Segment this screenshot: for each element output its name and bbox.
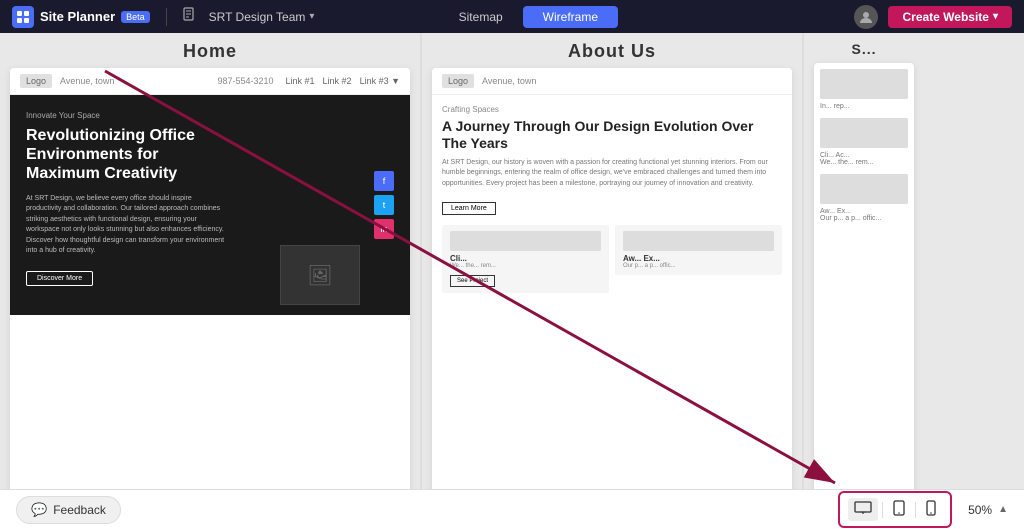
about-panel: About Us Logo Avenue, town Crafting Spac… bbox=[422, 33, 802, 529]
card-header-left: Logo Avenue, town bbox=[20, 74, 114, 88]
bottom-right-controls: 50% ▲ bbox=[838, 491, 1008, 528]
mini-body-1: We... the... rem... bbox=[450, 263, 601, 269]
hero-body: At SRT Design, we believe every office s… bbox=[26, 194, 226, 257]
create-website-label: Create Website bbox=[902, 10, 988, 24]
zoom-value: 50% bbox=[968, 503, 992, 517]
about-content: Crafting Spaces A Journey Through Our De… bbox=[432, 95, 792, 303]
team-chevron-icon: ▾ bbox=[309, 11, 314, 22]
zoom-chevron-icon[interactable]: ▲ bbox=[998, 504, 1008, 515]
third-card-text-2: Cli... Ac... bbox=[820, 152, 908, 159]
third-card-subtext-3: Our p... a p... offic... bbox=[820, 215, 908, 222]
pages-icon bbox=[183, 7, 197, 26]
third-card-text-1: In... rep... bbox=[820, 103, 908, 110]
main-area: Home Logo Avenue, town 987-554-3210 Link… bbox=[0, 33, 1024, 529]
third-card-subtext-2: We... the... rem... bbox=[820, 159, 908, 166]
third-card-img-3 bbox=[820, 174, 908, 204]
hero-section: Innovate Your Space Revolutionizing Offi… bbox=[10, 95, 410, 315]
header-right: Create Website ▾ bbox=[854, 5, 1012, 29]
beta-badge: Beta bbox=[121, 11, 150, 23]
home-panel: Home Logo Avenue, town 987-554-3210 Link… bbox=[0, 33, 420, 529]
about-mini-sections: Cli... We... the... rem... See Project A… bbox=[442, 223, 782, 293]
avatar bbox=[854, 5, 878, 29]
hero-tag: Innovate Your Space bbox=[26, 111, 394, 120]
third-card: In... rep... Cli... Ac... We... the... r… bbox=[814, 63, 914, 493]
about-section-title: A Journey Through Our Design Evolution O… bbox=[442, 118, 782, 152]
third-title: S... bbox=[814, 33, 914, 63]
hero-social-icons: f t in bbox=[374, 171, 394, 239]
viewport-divider-2 bbox=[915, 502, 916, 518]
mini-card-image-1 bbox=[450, 231, 601, 251]
feedback-label: Feedback bbox=[53, 503, 106, 517]
nav-link-3: Link #3 ▼ bbox=[360, 76, 400, 86]
nav-wireframe[interactable]: Wireframe bbox=[523, 6, 618, 28]
team-name: SRT Design Team bbox=[209, 10, 306, 24]
tablet-viewport-button[interactable] bbox=[887, 497, 911, 522]
hero-cta-button[interactable]: Discover More bbox=[26, 271, 93, 286]
about-section-tag: Crafting Spaces bbox=[442, 105, 782, 114]
mobile-viewport-button[interactable] bbox=[920, 497, 942, 522]
viewport-divider-1 bbox=[882, 502, 883, 518]
third-card-img-2 bbox=[820, 118, 908, 148]
app-header: Site Planner Beta SRT Design Team ▾ Site… bbox=[0, 0, 1024, 33]
mini-section-awards: Aw... Ex... Our p... a p... offic... bbox=[615, 225, 782, 275]
twitter-icon[interactable]: t bbox=[374, 195, 394, 215]
hero-image-placeholder: 🖼 bbox=[280, 245, 360, 305]
app-name: Site Planner bbox=[40, 9, 115, 24]
nav-sitemap[interactable]: Sitemap bbox=[439, 6, 523, 28]
mini-section-clients: Cli... We... the... rem... See Project bbox=[442, 225, 609, 293]
about-address: Avenue, town bbox=[482, 76, 536, 86]
viewport-controls bbox=[838, 491, 952, 528]
image-icon: 🖼 bbox=[307, 263, 332, 288]
learn-more-button[interactable]: Learn More bbox=[442, 202, 496, 215]
card-header-home: Logo Avenue, town 987-554-3210 Link #1 L… bbox=[10, 68, 410, 95]
hero-title: Revolutionizing Office Environments for … bbox=[26, 126, 226, 184]
nav-link-2: Link #2 bbox=[323, 76, 352, 86]
about-section-body: At SRT Design, our history is woven with… bbox=[442, 158, 782, 190]
app-logo-icon bbox=[12, 6, 34, 28]
about-mini-right: Aw... Ex... Our p... a p... offic... bbox=[615, 223, 782, 293]
home-website-card: Logo Avenue, town 987-554-3210 Link #1 L… bbox=[10, 68, 410, 498]
card-nav-links: Link #1 Link #2 Link #3 ▼ bbox=[286, 76, 401, 86]
mini-title-2: Aw... Ex... bbox=[623, 254, 774, 263]
home-title: Home bbox=[10, 33, 410, 68]
facebook-icon[interactable]: f bbox=[374, 171, 394, 191]
create-website-chevron-icon: ▾ bbox=[993, 11, 998, 22]
bottom-bar: 💬 Feedback 50% ▲ bbox=[0, 489, 1024, 529]
about-mini-left: Cli... We... the... rem... See Project bbox=[442, 223, 609, 293]
feedback-button[interactable]: 💬 Feedback bbox=[16, 496, 121, 524]
card-address: Avenue, town bbox=[60, 76, 114, 86]
see-project-button[interactable]: See Project bbox=[450, 275, 495, 287]
about-website-card: Logo Avenue, town Crafting Spaces A Jour… bbox=[432, 68, 792, 498]
logo-area: Site Planner Beta bbox=[12, 6, 150, 28]
about-card-header: Logo Avenue, town bbox=[432, 68, 792, 95]
third-card-img-1 bbox=[820, 69, 908, 99]
header-divider-1 bbox=[166, 8, 167, 26]
third-card-text-3: Aw... Ex... bbox=[820, 208, 908, 215]
about-card-logo: Logo bbox=[442, 74, 474, 88]
team-selector[interactable]: SRT Design Team ▾ bbox=[209, 10, 315, 24]
feedback-icon: 💬 bbox=[31, 502, 47, 518]
instagram-icon[interactable]: in bbox=[374, 219, 394, 239]
header-nav: Sitemap Wireframe bbox=[439, 6, 618, 28]
about-title: About Us bbox=[432, 33, 792, 68]
third-panel: S... In... rep... Cli... Ac... We... the… bbox=[804, 33, 924, 529]
nav-link-1: Link #1 bbox=[286, 76, 315, 86]
mini-title-1: Cli... bbox=[450, 254, 601, 263]
zoom-controls: 50% ▲ bbox=[968, 503, 1008, 517]
mini-body-2: Our p... a p... offic... bbox=[623, 263, 774, 269]
card-phone: 987-554-3210 bbox=[217, 76, 273, 86]
card-logo: Logo bbox=[20, 74, 52, 88]
desktop-viewport-button[interactable] bbox=[848, 498, 878, 521]
create-website-button[interactable]: Create Website ▾ bbox=[888, 6, 1012, 28]
mini-card-image-2 bbox=[623, 231, 774, 251]
